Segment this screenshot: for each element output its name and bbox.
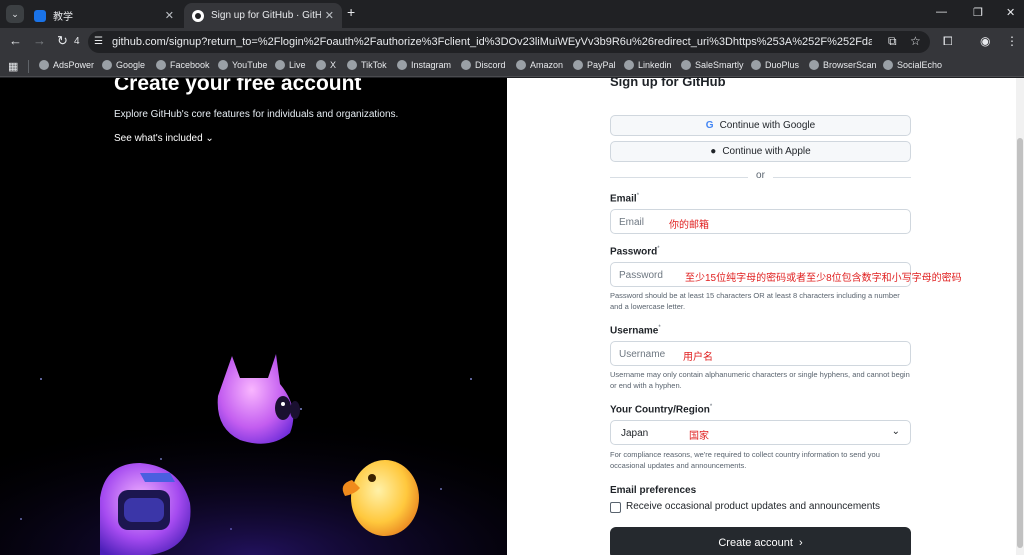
globe-icon [316,60,326,70]
form-title: Sign up for GitHub [610,78,726,89]
tab-teaching[interactable]: 教学 ✕ [26,3,182,28]
email-preferences-label: Email preferences [610,485,697,496]
annotation-country: 国家 [689,431,709,442]
profile-icon[interactable]: ◉ [980,34,990,48]
continue-with-google-button[interactable]: G Continue with Google [610,115,911,136]
country-help: For compliance reasons, we're required t… [610,450,880,470]
tab-search-button[interactable]: ⌄ [6,5,24,23]
globe-icon [39,60,49,70]
password-help: Password should be at least 15 character… [610,291,900,311]
bookmarks-bar: ▦ AdsPower Google Facebook YouTube Live … [0,56,1024,77]
bookmark-browserscan[interactable]: BrowserScan [809,60,877,70]
reload-button[interactable]: ↻ [57,33,68,49]
username-field[interactable]: Username 用户名 [610,341,911,366]
annotation-username: 用户名 [683,352,713,363]
hero-panel: Create your free account Explore GitHub'… [0,78,507,555]
mascot-illustration [0,354,507,555]
bookmark-live[interactable]: Live [275,60,306,70]
bookmark-discord[interactable]: Discord [461,60,506,70]
bookmark-amazon[interactable]: Amazon [516,60,563,70]
minimize-icon[interactable]: — [936,6,947,18]
globe-icon [102,60,112,70]
tab-favicon-icon [34,9,46,22]
close-icon[interactable]: ✕ [325,9,334,22]
continue-with-apple-button[interactable]: ● Continue with Apple [610,141,911,162]
or-divider: or [610,170,911,184]
country-select[interactable]: Japan 国家 ⌄ [610,420,911,445]
scrollbar[interactable] [1016,78,1024,555]
tab-count: 4 [74,36,80,47]
product-updates-label[interactable]: Receive occasional product updates and a… [626,501,880,512]
chevron-right-icon: › [798,537,803,549]
username-help: Username may only contain alphanumeric c… [610,370,910,390]
bookmark-socialecho[interactable]: SocialEcho [883,60,942,70]
country-label: Your Country/Region* [610,404,713,416]
bookmark-paypal[interactable]: PayPal [573,60,616,70]
divider [773,177,911,178]
tab-title: 教学 [53,12,73,23]
chevron-down-icon: ⌄ [891,426,900,437]
globe-icon [681,60,691,70]
globe-icon [347,60,357,70]
bookmark-instagram[interactable]: Instagram [397,60,451,70]
globe-icon [751,60,761,70]
globe-icon [883,60,893,70]
email-field[interactable]: Email 你的邮箱 [610,209,911,234]
bookmark-duoplus[interactable]: DuoPlus [751,60,799,70]
product-updates-checkbox[interactable] [610,502,621,513]
bookmark-tiktok[interactable]: TikTok [347,60,387,70]
forward-button[interactable]: → [33,33,46,48]
browser-toolbar: ← → ↻ 4 ☰ github.com/signup?return_to=%2… [0,28,1024,56]
cast-icon[interactable]: ⧉ [888,34,897,49]
create-account-button[interactable]: Create account › [610,527,911,555]
url-text[interactable]: github.com/signup?return_to=%2Flogin%2Fo… [112,36,872,48]
globe-icon [156,60,166,70]
password-field[interactable]: Password 至少15位纯字母的密码或者至少8位包含数字和小写字母的密码 [610,262,962,287]
globe-icon [397,60,407,70]
bookmark-facebook[interactable]: Facebook [156,60,210,70]
globe-icon [573,60,583,70]
bookmark-google[interactable]: Google [102,60,145,70]
bookmark-star-icon[interactable]: ☆ [910,34,921,48]
divider [28,60,29,73]
close-window-icon[interactable]: ✕ [1006,6,1015,19]
page-viewport: Create your free account Explore GitHub'… [0,78,1024,555]
email-label: Email* [610,193,640,205]
globe-icon [809,60,819,70]
apple-icon: ● [710,146,717,157]
bookmark-x[interactable]: X [316,60,336,70]
bookmark-salesmartly[interactable]: SaleSmartly [681,60,744,70]
globe-icon [516,60,526,70]
google-icon: G [705,120,714,131]
site-info-icon[interactable]: ☰ [94,36,106,48]
new-tab-button[interactable]: + [347,4,355,20]
globe-icon [624,60,634,70]
password-label: Password* [610,246,660,258]
username-label: Username* [610,325,661,337]
close-icon[interactable]: ✕ [165,9,174,22]
annotation-email: 你的邮箱 [669,220,709,231]
menu-icon[interactable]: ⋮ [1006,34,1018,48]
globe-icon [275,60,285,70]
bookmark-youtube[interactable]: YouTube [218,60,267,70]
bookmark-linkedin[interactable]: Linkedin [624,60,672,70]
back-button[interactable]: ← [9,33,22,48]
signup-form-panel: Sign up for GitHub G Continue with Googl… [507,78,1017,555]
tab-github-signup[interactable]: Sign up for GitHub · GitHub ✕ [184,3,342,28]
github-icon [192,9,204,22]
apps-icon[interactable]: ▦ [8,60,18,73]
tab-strip: ⌄ 教学 ✕ Sign up for GitHub · GitHub ✕ + —… [0,0,1024,28]
scrollbar-thumb[interactable] [1017,138,1023,548]
restore-icon[interactable]: ❐ [973,6,983,19]
annotation-password: 至少15位纯字母的密码或者至少8位包含数字和小写字母的密码 [685,273,962,284]
globe-icon [461,60,471,70]
tab-title: Sign up for GitHub · GitHub [211,10,321,21]
globe-icon [218,60,228,70]
address-bar[interactable]: ☰ github.com/signup?return_to=%2Flogin%2… [88,31,930,53]
bookmark-adspower[interactable]: AdsPower [39,60,94,70]
octocat-mascot [217,354,300,444]
extensions-icon[interactable]: ⧠ [943,34,953,49]
